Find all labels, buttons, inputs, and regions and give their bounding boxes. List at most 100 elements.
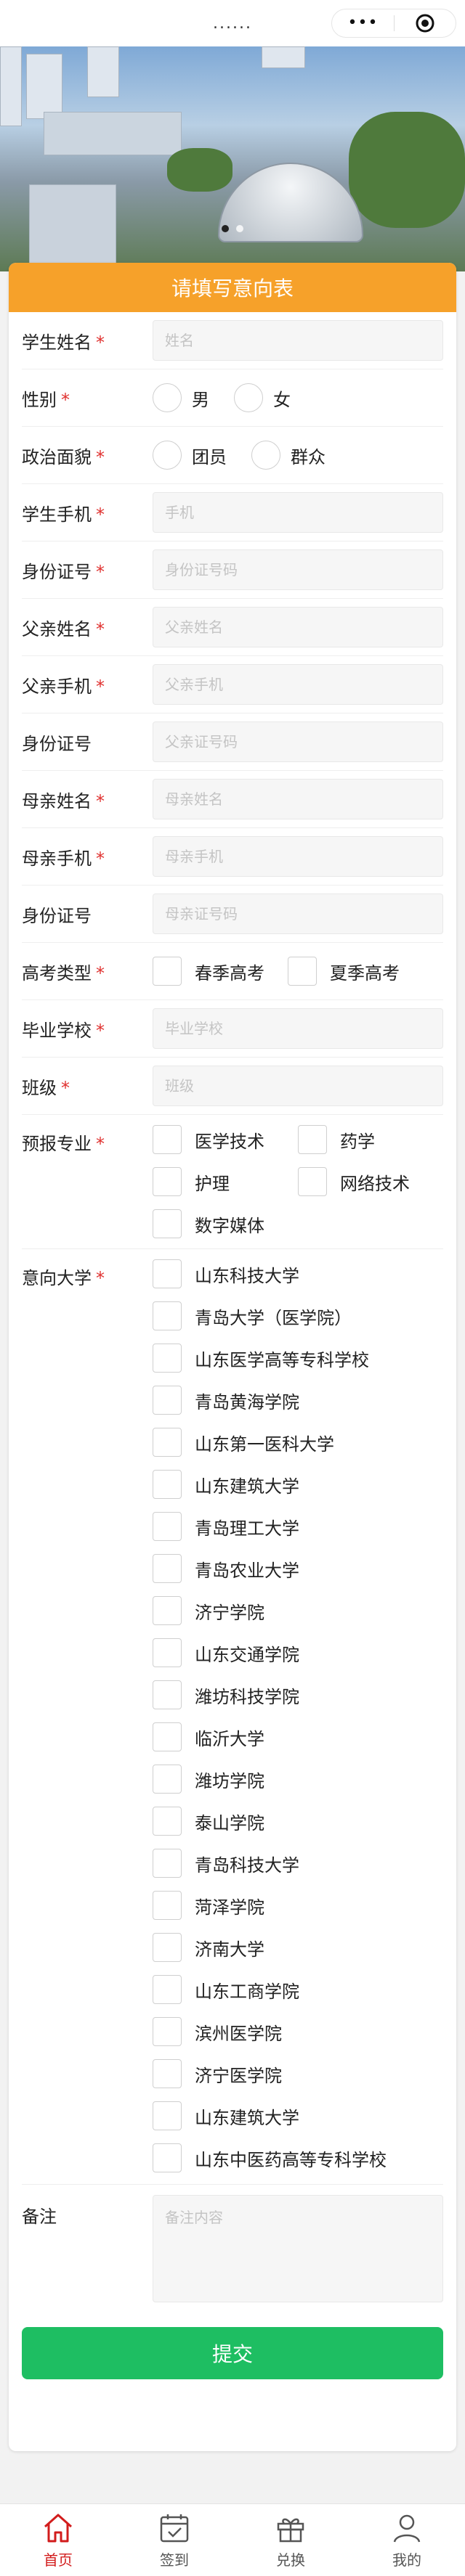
checkbox-box[interactable] xyxy=(153,1167,182,1196)
checkbox-box[interactable] xyxy=(153,1891,182,1920)
checkbox-box[interactable] xyxy=(153,1428,182,1457)
mother-phone-input[interactable] xyxy=(153,836,443,877)
gender-radio-female[interactable]: 女 xyxy=(234,383,291,412)
row-exam-type: 高考类型 * 春季高考 夏季高考 xyxy=(22,943,443,1000)
checkbox-box[interactable] xyxy=(153,1849,182,1878)
university-checkbox[interactable]: 山东建筑大学 xyxy=(153,1470,387,1499)
university-checkbox[interactable]: 菏泽学院 xyxy=(153,1891,387,1920)
exam-type-spring-checkbox[interactable]: 春季高考 xyxy=(153,957,264,986)
row-father-name: 父亲姓名 * xyxy=(22,599,443,656)
checkbox-box[interactable] xyxy=(153,1807,182,1836)
university-checkbox[interactable]: 山东医学高等专科学校 xyxy=(153,1344,387,1373)
major-checkbox[interactable]: 数字媒体 xyxy=(153,1209,298,1238)
checkbox-box[interactable] xyxy=(153,1512,182,1541)
political-radio-league[interactable]: 团员 xyxy=(153,441,227,470)
father-name-input[interactable] xyxy=(153,607,443,647)
class-input[interactable] xyxy=(153,1066,443,1106)
checkbox-box[interactable] xyxy=(153,1209,182,1238)
radio-circle[interactable] xyxy=(153,383,182,412)
checkbox-box[interactable] xyxy=(153,1975,182,2004)
checkbox-box[interactable] xyxy=(153,1386,182,1415)
major-checkbox[interactable]: 网络技术 xyxy=(298,1167,443,1196)
record-circle-icon[interactable] xyxy=(395,13,456,33)
indicator-dot[interactable] xyxy=(236,225,243,232)
university-checkbox[interactable]: 济宁学院 xyxy=(153,1596,387,1625)
checkbox-box[interactable] xyxy=(153,1722,182,1751)
checkbox-box[interactable] xyxy=(153,1301,182,1330)
checkbox-box[interactable] xyxy=(288,957,317,986)
tab-home[interactable]: 首页 xyxy=(0,2504,116,2576)
mother-name-input[interactable] xyxy=(153,779,443,819)
row-mother-id: 身份证号 xyxy=(22,886,443,943)
mini-program-capsule: ••• xyxy=(331,9,456,38)
university-checkbox[interactable]: 潍坊学院 xyxy=(153,1765,387,1794)
field-label: 政治面貌 * xyxy=(22,446,105,467)
university-checkbox[interactable]: 青岛大学（医学院） xyxy=(153,1301,387,1330)
remark-textarea[interactable] xyxy=(153,2195,443,2302)
field-label: 高考类型 * xyxy=(22,962,105,984)
radio-circle[interactable] xyxy=(251,441,280,470)
more-dots-icon[interactable]: ••• xyxy=(332,15,394,31)
university-checkbox[interactable]: 山东中医药高等专科学校 xyxy=(153,2143,387,2172)
radio-circle[interactable] xyxy=(234,383,263,412)
political-radio-masses[interactable]: 群众 xyxy=(251,441,326,470)
university-checkbox[interactable]: 滨州医学院 xyxy=(153,2017,387,2046)
checkbox-box[interactable] xyxy=(153,1554,182,1583)
campus-banner-image[interactable] xyxy=(0,46,465,271)
university-checkbox[interactable]: 山东建筑大学 xyxy=(153,2101,387,2130)
major-checkbox[interactable]: 护理 xyxy=(153,1167,298,1196)
checkbox-box[interactable] xyxy=(153,1125,182,1154)
university-checkbox[interactable]: 青岛农业大学 xyxy=(153,1554,387,1583)
checkbox-box[interactable] xyxy=(153,1638,182,1667)
required-mark: * xyxy=(96,848,105,869)
tab-redeem[interactable]: 兑换 xyxy=(232,2504,349,2576)
exam-type-summer-checkbox[interactable]: 夏季高考 xyxy=(288,957,400,986)
school-input[interactable] xyxy=(153,1008,443,1049)
major-checkbox[interactable]: 医学技术 xyxy=(153,1125,298,1154)
university-checkbox[interactable]: 山东交通学院 xyxy=(153,1638,387,1667)
university-checkbox[interactable]: 青岛科技大学 xyxy=(153,1849,387,1878)
father-phone-input[interactable] xyxy=(153,664,443,705)
student-phone-input[interactable] xyxy=(153,492,443,533)
university-checkbox[interactable]: 山东科技大学 xyxy=(153,1259,387,1288)
checkbox-box[interactable] xyxy=(153,1344,182,1373)
tab-mine[interactable]: 我的 xyxy=(349,2504,465,2576)
checkbox-box[interactable] xyxy=(153,2059,182,2088)
building-shape xyxy=(26,54,62,119)
checkbox-box[interactable] xyxy=(153,2017,182,2046)
mother-id-input[interactable] xyxy=(153,894,443,934)
checkbox-box[interactable] xyxy=(153,2143,182,2172)
tab-checkin[interactable]: 签到 xyxy=(116,2504,232,2576)
university-checkbox[interactable]: 济南大学 xyxy=(153,1933,387,1962)
indicator-dot-active[interactable] xyxy=(222,225,229,232)
checkbox-box[interactable] xyxy=(153,1259,182,1288)
checkbox-box[interactable] xyxy=(153,1680,182,1709)
checkbox-box[interactable] xyxy=(153,2101,182,2130)
submit-button[interactable]: 提交 xyxy=(22,2327,443,2379)
exam-type-group: 春季高考 夏季高考 xyxy=(153,957,400,986)
checkbox-box[interactable] xyxy=(153,1933,182,1962)
id-card-input[interactable] xyxy=(153,549,443,590)
checkbox-box[interactable] xyxy=(153,1765,182,1794)
university-checkbox[interactable]: 青岛黄海学院 xyxy=(153,1386,387,1415)
checkbox-box[interactable] xyxy=(153,1596,182,1625)
university-checkbox[interactable]: 临沂大学 xyxy=(153,1722,387,1751)
university-checkbox[interactable]: 济宁医学院 xyxy=(153,2059,387,2088)
checkbox-box[interactable] xyxy=(298,1125,327,1154)
university-checkbox[interactable]: 山东工商学院 xyxy=(153,1975,387,2004)
university-checkbox[interactable]: 青岛理工大学 xyxy=(153,1512,387,1541)
checkbox-box[interactable] xyxy=(153,957,182,986)
university-checkbox[interactable]: 山东第一医科大学 xyxy=(153,1428,387,1457)
field-label: 母亲手机 * xyxy=(22,848,105,869)
gender-radio-male[interactable]: 男 xyxy=(153,383,209,412)
father-id-input[interactable] xyxy=(153,721,443,762)
checkbox-box[interactable] xyxy=(298,1167,327,1196)
university-checkbox[interactable]: 潍坊科技学院 xyxy=(153,1680,387,1709)
checkbox-box[interactable] xyxy=(153,1470,182,1499)
bottom-tab-bar: 首页 签到 兑换 我的 xyxy=(0,2503,465,2576)
major-checkbox[interactable]: 药学 xyxy=(298,1125,443,1154)
university-checkbox[interactable]: 泰山学院 xyxy=(153,1807,387,1836)
student-name-input[interactable] xyxy=(153,320,443,361)
required-mark: * xyxy=(96,332,105,353)
radio-circle[interactable] xyxy=(153,441,182,470)
